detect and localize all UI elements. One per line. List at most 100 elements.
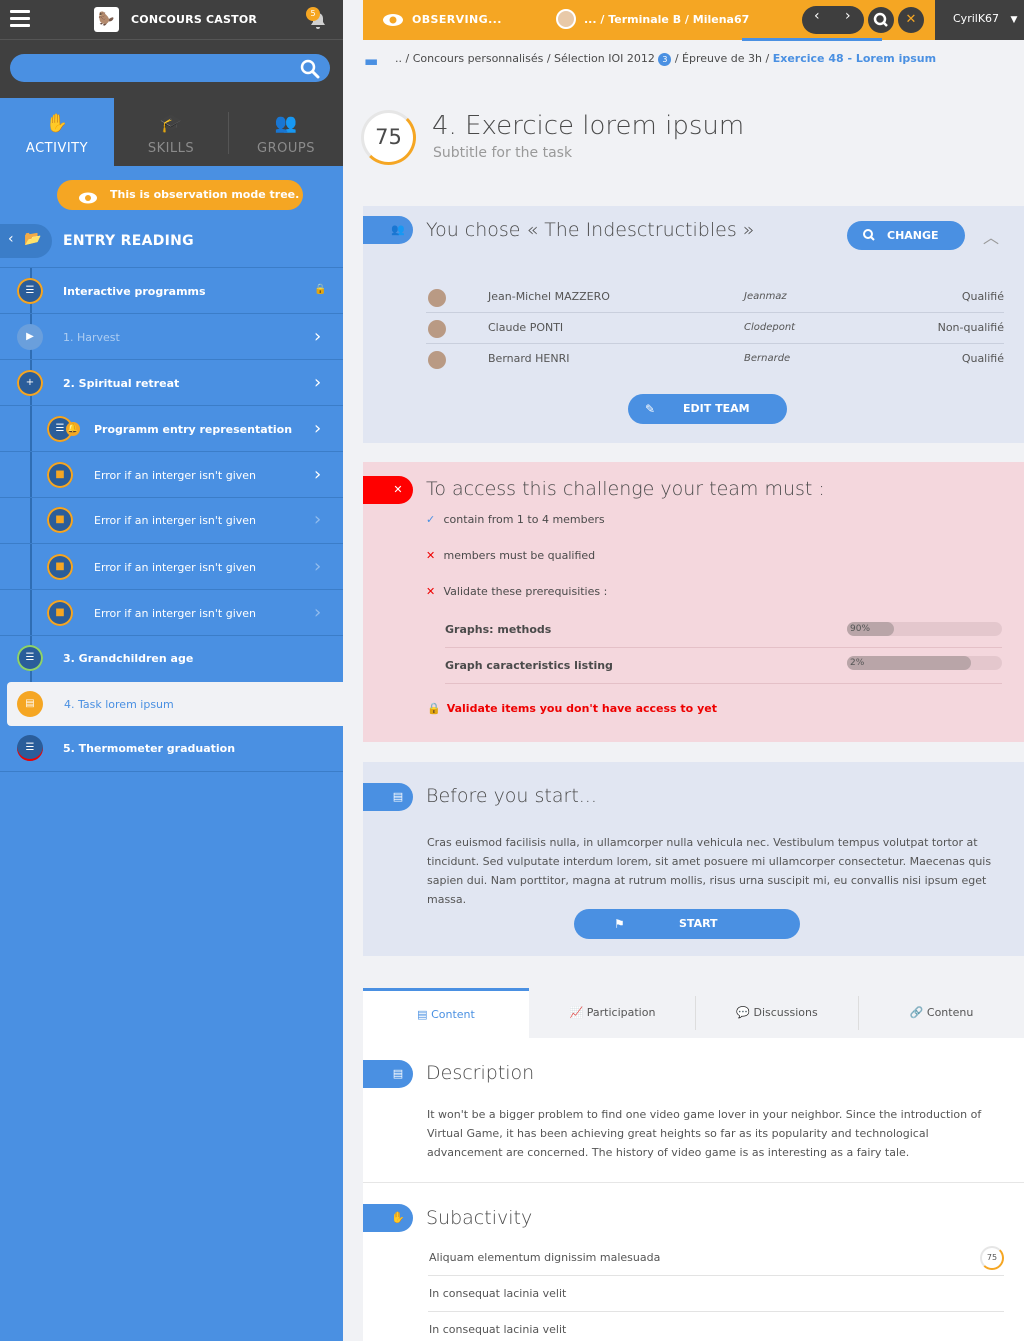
description-title: Description [426,1062,535,1084]
tree-item[interactable]: ■ Error if an interger isn't given › [0,590,343,636]
description-tag: ▤ [363,1060,413,1088]
active-indicator [742,38,882,41]
list-item[interactable]: Aliquam elementum dignissim malesuada [428,1240,1004,1276]
tab-participation[interactable]: 📈 Participation [530,988,695,1038]
access-warning: 🔒 Validate items you don't have access to… [427,702,717,715]
tree-item[interactable]: ☰ Interactive programms 🔒 [0,268,343,314]
breadcrumb-path[interactable]: / Épreuve de 3h / [675,52,769,65]
tab-label: Discussions [753,1006,818,1019]
subactivity-tag: ✋ [363,1204,413,1232]
prereq-progress: 2% [847,656,1002,670]
member-name: Claude PONTI [488,321,564,334]
lock-icon: 🔒 [314,284,327,295]
divider [445,647,1002,648]
condition-item: ✓ contain from 1 to 4 members [426,513,605,526]
list-icon: ☰ [17,645,43,671]
tree-item[interactable]: ■ Error if an interger isn't given › [0,452,343,498]
avatar [428,320,446,338]
team-tag: 👥 [363,216,413,244]
tree-item[interactable]: ■ Error if an interger isn't given › [0,498,343,544]
divider [445,683,1002,684]
avatar [556,9,576,29]
before-tag: ▤ [363,783,413,811]
chevron-right-icon[interactable]: › [845,8,851,24]
task-score: 75 [361,110,416,165]
avatar [428,351,446,369]
observed-user-path[interactable]: ... / Terminale B / Milena67 [584,13,749,26]
folder-icon: ■ [47,462,73,488]
castor-logo: 🦫 [94,7,119,32]
tab-label: Participation [586,1006,656,1019]
tree-item-label: 1. Harvest [63,331,120,344]
page-title: 4. Exercice lorem ipsum [432,111,745,141]
book-icon: ▤ [392,1067,404,1080]
access-title: To access this challenge your team must … [426,478,825,500]
list-item[interactable]: In consequat lacinia velit [428,1312,1004,1341]
close-icon: ✕ [393,483,403,496]
observing-label: OBSERVING... [412,13,502,26]
breadcrumb: .. / Concours personnalisés / Sélection … [395,52,936,66]
tab-label: SKILLS [147,141,195,156]
tree-item-label: 2. Spiritual retreat [63,377,180,390]
back-button[interactable]: ‹ 📂 [0,224,52,258]
tab-discussions[interactable]: 💬 Discussions [696,988,858,1038]
tab-contenu[interactable]: 🔗 Contenu [859,988,1024,1038]
chat-icon: 💬 [736,1006,754,1019]
breadcrumb-path[interactable]: .. / Concours personnalisés / Sélection … [395,52,655,65]
tree-item[interactable]: ☰ 🔔 Programm entry representation › [0,406,343,452]
flag-icon: ⚑ [614,917,625,931]
list-item-label: In consequat lacinia velit [429,1287,567,1300]
tab-label: GROUPS [257,141,315,156]
tree-item[interactable]: + 2. Spiritual retreat › [0,360,343,406]
close-observation-button[interactable]: ✕ [898,7,924,33]
brand-name: CONCOURS CASTOR [131,13,258,26]
list-item[interactable]: In consequat lacinia velit [428,1276,1004,1312]
folder-icon[interactable]: ▬ [364,52,378,70]
user-menu[interactable]: CyrilK67 ▼ [935,0,1024,40]
start-button[interactable]: ⚑ START [574,909,800,939]
lock-icon: 🔒 [427,702,441,715]
tree-item[interactable]: ☰ 5. Thermometer graduation [0,726,343,772]
play-icon: ▶ [17,324,43,350]
prereq-label[interactable]: Graph caracteristics listing [445,659,613,672]
eye-icon [78,189,98,204]
tab-groups[interactable]: 👥 GROUPS [229,98,343,166]
prereq-label[interactable]: Graphs: methods [445,623,551,636]
tab-skills[interactable]: 🎓 SKILLS [114,98,228,166]
notification-count-badge: 5 [306,7,320,21]
search-button[interactable] [868,7,894,33]
entry-title: ENTRY READING [63,233,194,249]
member-status: Qualifié [961,290,1004,303]
list-item-label: Aliquam elementum dignissim malesuada [429,1251,661,1264]
tree-item-label: 5. Thermometer graduation [63,742,236,755]
users-icon: 👥 [391,223,405,236]
link-icon: 🔗 [909,1006,927,1019]
progress-fill: 90% [847,622,894,636]
hamburger-menu-icon[interactable] [10,10,30,28]
search-input[interactable] [10,54,330,82]
condition-item: ✕ members must be qualified [426,549,595,562]
tree-item[interactable]: ▶ 1. Harvest › [0,314,343,360]
tree-item[interactable]: ☰ 3. Grandchildren age [0,636,343,682]
edit-team-button[interactable]: ✎ EDIT TEAM [628,394,787,424]
before-text: Cras euismod facilisis nulla, in ullamco… [427,836,992,906]
tree-item-selected[interactable]: ▤ 4. Task lorem ipsum [7,682,343,726]
change-team-button[interactable]: CHANGE [847,221,965,250]
chevron-up-icon[interactable]: ︿ [983,224,999,248]
tree-item-label: Interactive programms [63,285,206,298]
graduation-cap-icon: 🎓 [159,113,183,134]
button-label: EDIT TEAM [683,402,750,415]
chevron-right-icon: › [314,464,322,485]
warning-text: Validate items you don't have access to … [446,702,717,715]
chevron-right-icon: › [314,602,322,623]
button-label: CHANGE [887,229,939,242]
tree-item[interactable]: ■ Error if an interger isn't given › [0,544,343,590]
search-icon[interactable] [300,59,320,79]
tree-item-label: Error if an interger isn't given [94,561,257,574]
chevron-left-icon: ‹ [8,231,14,247]
condition-text: contain from 1 to 4 members [443,513,605,526]
tab-activity[interactable]: ✋ ACTIVITY [0,98,114,166]
chevron-left-icon[interactable]: ‹ [814,8,820,24]
tab-content[interactable]: ▤ Content [363,988,529,1038]
member-name: Bernard HENRI [488,352,570,365]
